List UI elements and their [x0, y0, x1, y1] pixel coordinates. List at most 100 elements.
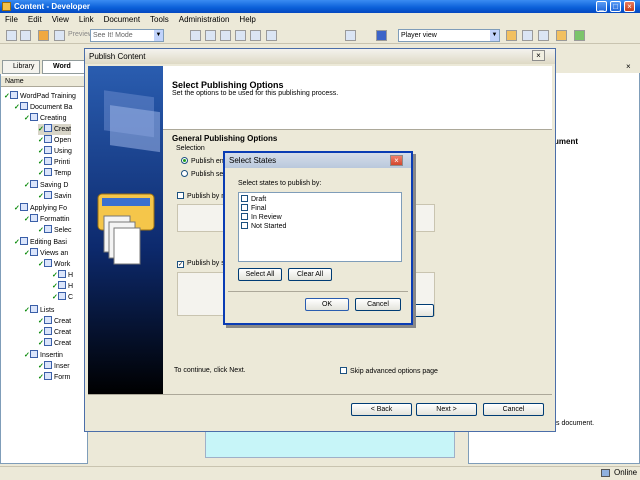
state-not-started-checkbox[interactable]: Not Started [241, 222, 286, 231]
tree-node[interactable]: ✓ Formattin [24, 214, 70, 225]
tree-node[interactable]: ✓ Views an [24, 248, 68, 259]
checkbox-icon [340, 367, 347, 374]
book-icon [10, 91, 18, 99]
section-icon [44, 316, 52, 324]
publish-entire-radio[interactable]: Publish en [181, 157, 224, 165]
tree-node[interactable]: ✓ Inser [38, 361, 70, 372]
maximize-icon[interactable]: □ [610, 1, 621, 12]
find-icon[interactable] [266, 30, 277, 41]
help-icon[interactable] [376, 30, 387, 41]
tree-node[interactable]: ✓ Open [38, 135, 71, 146]
topic-icon [44, 338, 52, 346]
tree-node[interactable]: ✓ Saving D [24, 180, 68, 191]
copy-icon[interactable] [205, 30, 216, 41]
properties-icon[interactable] [250, 30, 261, 41]
spelling-icon[interactable] [345, 30, 356, 41]
publish-by-s-checkbox[interactable]: ✓ Publish by s [177, 260, 225, 268]
edit-states-button[interactable] [414, 304, 434, 317]
next-button[interactable]: Next > [416, 403, 477, 416]
player-view-select[interactable]: Player view ▼ [398, 29, 500, 42]
publish-illustration-icon [97, 90, 160, 265]
publish-icon[interactable] [38, 30, 49, 41]
tree-node[interactable]: ✓ WordPad Training [4, 91, 76, 102]
menu-administration[interactable]: Administration [174, 13, 235, 27]
tree-node[interactable]: ✓ Applying Fo [14, 203, 67, 214]
menu-link[interactable]: Link [74, 13, 99, 27]
select-all-button[interactable]: Select All [238, 268, 282, 281]
details-note: s document. [556, 420, 595, 427]
publish-by-n-checkbox[interactable]: Publish by n [177, 192, 225, 200]
name-column-header[interactable]: Name [1, 76, 87, 87]
tab-word[interactable]: Word [42, 60, 88, 74]
ok-button[interactable]: OK [305, 298, 349, 311]
back-button[interactable]: < Back [351, 403, 412, 416]
state-draft-checkbox[interactable]: Draft [241, 195, 266, 204]
tree-node[interactable]: ✓ Creat [38, 338, 71, 349]
topic-icon [44, 372, 52, 380]
tree-node[interactable]: ✓ C [52, 292, 73, 303]
radio-off-icon [181, 170, 188, 177]
minimize-icon[interactable]: _ [596, 1, 607, 12]
tree-node[interactable]: ✓ Editing Basi [14, 237, 67, 248]
cut-icon[interactable] [190, 30, 201, 41]
state-in-review-checkbox[interactable]: In Review [241, 213, 282, 222]
tree-node[interactable]: ✓ Creat [38, 124, 72, 135]
layout-icon[interactable] [506, 30, 517, 41]
layout-icon[interactable] [522, 30, 533, 41]
open-icon[interactable] [6, 30, 17, 41]
tree-node[interactable]: ✓ Temp [38, 168, 71, 179]
tree-node[interactable]: ✓ Document Ba [14, 102, 72, 113]
delete-icon[interactable] [235, 30, 246, 41]
close-icon[interactable]: × [624, 1, 635, 12]
tree-node[interactable]: ✓ Lists [24, 305, 54, 316]
save-icon[interactable] [20, 30, 31, 41]
states-cancel-button[interactable]: Cancel [355, 298, 401, 311]
menu-edit[interactable]: Edit [23, 13, 47, 27]
close-icon[interactable]: × [626, 62, 631, 71]
tree-node[interactable]: ✓ Savin [38, 191, 72, 202]
menu-view[interactable]: View [47, 13, 74, 27]
layout-icon[interactable] [538, 30, 549, 41]
menu-document[interactable]: Document [99, 13, 145, 27]
select-states-title: Select States [225, 153, 411, 168]
state-final-checkbox[interactable]: Final [241, 204, 266, 213]
preview-icon[interactable] [54, 30, 65, 41]
paste-icon[interactable] [220, 30, 231, 41]
publish-selected-radio[interactable]: Publish se [181, 170, 223, 178]
section-icon [44, 124, 52, 132]
book-icon [30, 180, 38, 188]
chevron-down-icon: ▼ [154, 30, 163, 41]
tab-library[interactable]: Library [2, 60, 40, 74]
close-icon[interactable]: × [390, 155, 403, 166]
tree-node[interactable]: ✓ Creat [38, 316, 71, 327]
mode-select-value: See It! Mode [93, 32, 133, 39]
refresh-icon[interactable] [574, 30, 585, 41]
tree-node[interactable]: ✓ Form [38, 372, 70, 383]
cancel-button[interactable]: Cancel [483, 403, 544, 416]
menu-tools[interactable]: Tools [145, 13, 174, 27]
clear-all-button[interactable]: Clear All [288, 268, 332, 281]
tree-node[interactable]: ✓ Insertin [24, 350, 63, 361]
network-icon [601, 469, 610, 477]
tree-node[interactable]: ✓ Creating [24, 113, 66, 124]
skip-advanced-checkbox[interactable]: Skip advanced options page [340, 367, 438, 375]
select-states-prompt: Select states to publish by: [238, 180, 322, 187]
book-icon [20, 102, 28, 110]
tree-node[interactable]: ✓ Using [38, 146, 72, 157]
continue-text: To continue, click Next. [174, 367, 246, 374]
menu-help[interactable]: Help [234, 13, 260, 27]
tree-node[interactable]: ✓ H [52, 281, 73, 292]
close-icon[interactable]: × [532, 50, 545, 61]
mode-select[interactable]: See It! Mode ▼ [90, 29, 164, 42]
tree-node[interactable]: ✓ Selec [38, 225, 72, 236]
folder-icon[interactable] [556, 30, 567, 41]
tree-node[interactable]: ✓ Work [38, 259, 70, 270]
tree-node[interactable]: ✓ H [52, 270, 73, 281]
panel-tabs: Library Word [0, 60, 88, 74]
book-icon [30, 305, 38, 313]
tree-node[interactable]: ✓ Printi [38, 157, 70, 168]
tree-node[interactable]: ✓ Creat [38, 327, 71, 338]
selection-label: Selection [176, 145, 205, 152]
menu-file[interactable]: File [0, 13, 23, 27]
status-bar [0, 466, 640, 480]
